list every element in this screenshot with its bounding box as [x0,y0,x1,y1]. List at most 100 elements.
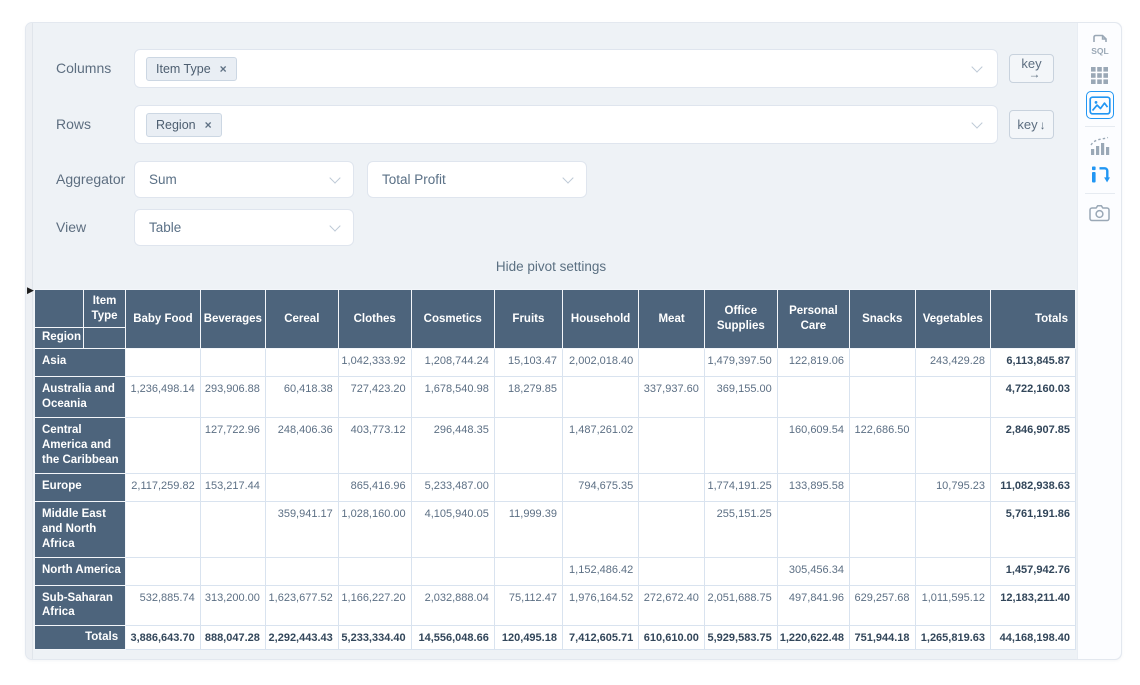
columns-label: Columns [56,60,111,76]
pivot-icon[interactable] [1086,162,1114,186]
pivot-value-cell [849,557,915,585]
pivot-row-label: Middle East and North Africa [35,501,126,557]
pivot-row-total-cell: 1,457,942.76 [991,557,1076,585]
pivot-grand-total-cell: 44,168,198.40 [991,626,1076,650]
pivot-col-total-cell: 14,556,048.66 [411,626,494,650]
pivot-value-cell [265,473,338,501]
tag-label: Item Type [156,62,211,76]
aggregator-select[interactable]: Sum [134,161,354,198]
pivot-row-label: Sub-Saharan Africa [35,585,126,626]
view-select[interactable]: Table [134,209,354,246]
col-axis-label: Item Type [83,290,125,328]
pivot-row: North America1,152,486.42305,456.341,457… [35,557,1076,585]
pivot-col-header: Snacks [849,290,915,349]
bar-chart-icon[interactable] [1086,134,1114,158]
pivot-value-cell: 4,105,940.05 [411,501,494,557]
pivot-value-cell [849,473,915,501]
pivot-value-cell: 1,487,261.02 [562,417,638,473]
pivot-value-cell: 1,028,160.00 [338,501,411,557]
pivot-value-cell: 243,429.28 [915,349,990,377]
panel-splitter-gutter[interactable]: ▶ [26,23,33,659]
remove-tag-icon[interactable]: × [220,62,227,76]
pivot-value-cell: 122,819.06 [777,349,849,377]
remove-tag-icon[interactable]: × [205,118,212,132]
pivot-value-cell: 1,479,397.50 [704,349,777,377]
pivot-col-total-cell: 2,292,443.43 [265,626,338,650]
aggregator-selected-value: Sum [149,172,177,187]
aggregator-label: Aggregator [56,171,125,187]
pivot-col-header: Beverages [200,290,265,349]
pivot-row: Asia1,042,333.921,208,744.2415,103.472,0… [35,349,1076,377]
pivot-value-cell: 160,609.54 [777,417,849,473]
pivot-row-label: Australia and Oceania [35,377,126,418]
screenshot-camera-icon[interactable] [1086,201,1114,225]
toolbar-divider [1085,193,1115,194]
pivot-col-total-cell: 1,220,622.48 [777,626,849,650]
pivot-value-cell: 18,279.85 [494,377,562,418]
pivot-col-header: Cosmetics [411,290,494,349]
pivot-value-cell: 1,166,227.20 [338,585,411,626]
pivot-value-cell [915,557,990,585]
pivot-value-cell: 1,678,540.98 [411,377,494,418]
pivot-row-total-cell: 6,113,845.87 [991,349,1076,377]
pivot-value-cell [562,377,638,418]
pivot-totals-row-label: Totals [35,626,126,650]
pivot-value-cell: 629,257.68 [849,585,915,626]
pivot-value-cell: 296,448.35 [411,417,494,473]
rows-sort-key-button[interactable]: key ↓ [1009,110,1054,139]
pivot-row-label: Europe [35,473,126,501]
pivot-table: Item TypeBaby FoodBeveragesCerealClothes… [34,289,1076,650]
pivot-value-cell: 60,418.38 [265,377,338,418]
pivot-value-cell: 15,103.47 [494,349,562,377]
pivot-value-cell: 255,151.25 [704,501,777,557]
columns-field[interactable]: Item Type × [134,49,998,88]
pivot-col-total-cell: 7,412,605.71 [562,626,638,650]
columns-sort-key-button[interactable]: key → [1009,54,1054,83]
pivot-value-cell [200,501,265,557]
pivot-col-total-cell: 610,610.00 [639,626,705,650]
data-table-icon[interactable] [1086,63,1114,87]
pivot-value-cell [849,501,915,557]
aggregator-field-select[interactable]: Total Profit [367,161,587,198]
pivot-value-cell [562,501,638,557]
aggregator-field-selected-value: Total Profit [382,172,446,187]
pivot-value-cell: 2,002,018.40 [562,349,638,377]
rows-field[interactable]: Region × [134,105,998,144]
chevron-down-icon [329,172,340,183]
pivot-value-cell [494,557,562,585]
pivot-col-header: Cereal [265,290,338,349]
pivot-value-cell: 248,406.36 [265,417,338,473]
pivot-col-total-cell: 5,929,583.75 [704,626,777,650]
pivot-col-header: Meat [639,290,705,349]
pivot-value-cell: 1,236,498.14 [126,377,201,418]
pivot-value-cell [126,557,201,585]
hide-pivot-settings-link[interactable]: Hide pivot settings [26,259,1076,274]
rows-tag-region[interactable]: Region × [146,113,222,137]
pivot-col-total-cell: 5,233,334.40 [338,626,411,650]
pivot-value-cell: 532,885.74 [126,585,201,626]
chart-image-icon[interactable] [1086,91,1114,119]
pivot-col-header: Vegetables [915,290,990,349]
pivot-row: Australia and Oceania1,236,498.14293,906… [35,377,1076,418]
pivot-value-cell [265,557,338,585]
pivot-value-cell [915,501,990,557]
pivot-col-header: Office Supplies [704,290,777,349]
chevron-down-icon [562,172,573,183]
pivot-value-cell: 11,999.39 [494,501,562,557]
pivot-value-cell: 272,672.40 [639,585,705,626]
sql-editor-icon[interactable]: SQL [1086,31,1114,59]
pivot-value-cell: 2,051,688.75 [704,585,777,626]
expand-panel-arrow-icon[interactable]: ▶ [27,285,34,295]
arrow-right-icon: → [1029,69,1041,80]
pivot-row-total-cell: 5,761,191.86 [991,501,1076,557]
columns-tag-item-type[interactable]: Item Type × [146,57,237,81]
pivot-value-cell [639,501,705,557]
view-selected-value: Table [149,220,181,235]
arrow-down-icon: ↓ [1040,118,1046,132]
pivot-value-cell [126,417,201,473]
key-label: key [1017,117,1037,132]
pivot-value-cell [338,557,411,585]
pivot-col-header: Household [562,290,638,349]
pivot-row: Europe2,117,259.82153,217.44865,416.965,… [35,473,1076,501]
pivot-corner-cell [35,290,84,328]
